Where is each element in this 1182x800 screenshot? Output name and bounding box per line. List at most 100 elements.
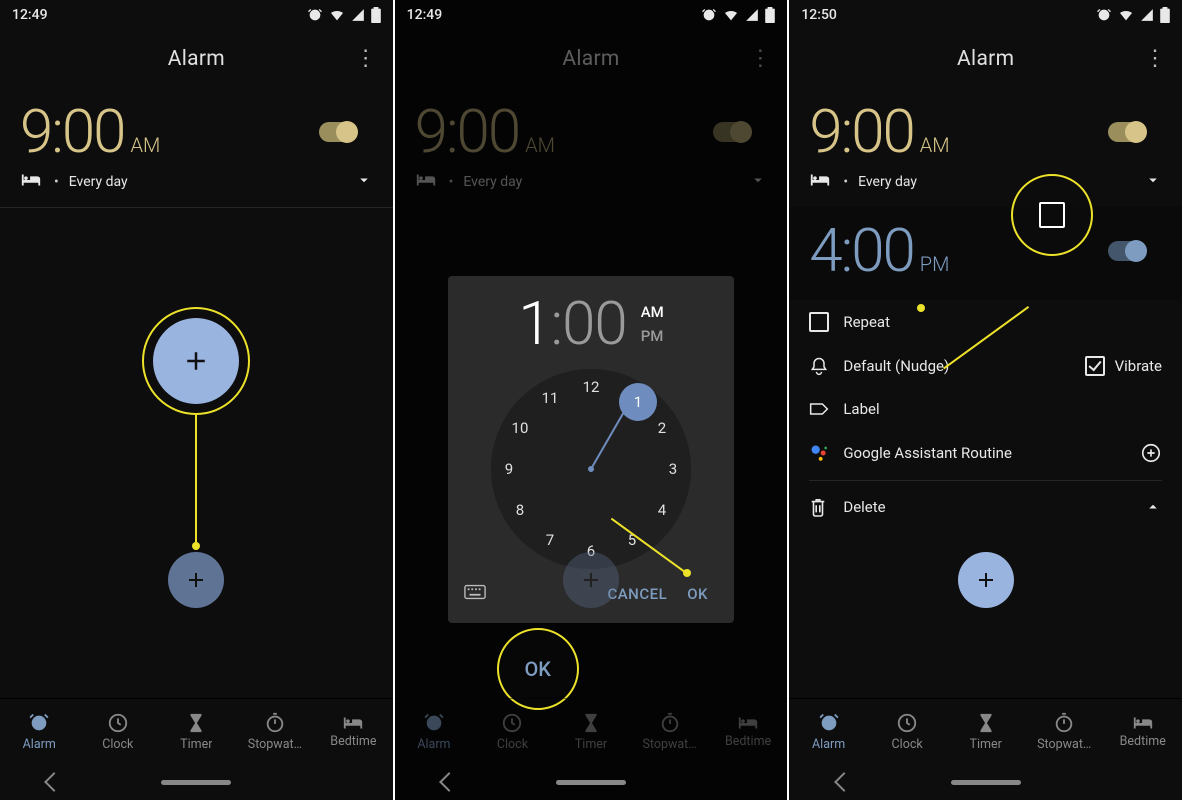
tab-timer[interactable]: Timer [946, 699, 1025, 764]
tab-alarm[interactable]: Alarm [789, 699, 868, 764]
tab-bedtime[interactable]: Bedtime [1103, 699, 1182, 764]
add-alarm-fab-large[interactable] [153, 318, 239, 404]
system-nav [789, 764, 1182, 800]
clock-number[interactable]: 8 [506, 496, 534, 524]
more-icon[interactable]: ⋮ [355, 48, 379, 70]
signal-icon [1140, 8, 1154, 22]
alarm-repeat: Every day [463, 174, 522, 190]
screen-3: 12:50 Alarm ⋮ 9:00 AM • Every day [789, 0, 1182, 800]
tab-stopwatch[interactable]: Stopwat… [1025, 699, 1104, 764]
nav-home[interactable] [951, 780, 1021, 785]
highlight-line [195, 415, 197, 550]
nav-back[interactable] [44, 772, 64, 792]
tab-clock[interactable]: Clock [868, 699, 947, 764]
repeat-row[interactable]: Repeat [789, 300, 1182, 344]
add-alarm-fab[interactable] [958, 552, 1014, 608]
clock-hand [590, 406, 628, 469]
tab-timer[interactable]: Timer [157, 699, 236, 764]
alarm-repeat: Every day [69, 174, 128, 190]
bottom-tabs: Alarm Clock Timer Stopwat… Bedtime [789, 698, 1182, 764]
clock-number[interactable]: 9 [495, 455, 523, 483]
ampm-selector[interactable]: AM PM [641, 300, 664, 348]
add-routine-icon[interactable] [1140, 442, 1162, 464]
alarm-time[interactable]: 9:00 [20, 96, 124, 167]
chevron-down-icon[interactable] [1144, 171, 1162, 193]
nav-back[interactable] [834, 772, 854, 792]
nav-back[interactable] [439, 772, 459, 792]
sound-label: Default (Nudge) [843, 357, 949, 375]
status-bar: 12:50 [789, 0, 1182, 30]
vibrate-label: Vibrate [1115, 357, 1162, 375]
status-time: 12:50 [801, 7, 837, 23]
picker-time-display[interactable]: 1:00 [518, 288, 626, 359]
alarm-time[interactable]: 4:00 [809, 215, 913, 286]
alarm-status-icon [307, 7, 323, 23]
clock-number[interactable]: 10 [506, 414, 534, 442]
chevron-up-icon[interactable] [1144, 498, 1162, 516]
alarm-toggle[interactable] [319, 122, 355, 142]
bell-icon [809, 356, 843, 376]
clock-number[interactable]: 12 [577, 373, 605, 401]
alarm-item-1[interactable]: 9:00 AM • Every day [789, 88, 1182, 207]
tab-bedtime[interactable]: Bedtime [314, 699, 393, 764]
repeat-checkbox[interactable] [809, 312, 843, 332]
more-icon[interactable]: ⋮ [749, 48, 773, 70]
bed-icon [20, 172, 42, 192]
tab-clock[interactable]: Clock [79, 699, 158, 764]
label-text: Label [843, 400, 879, 418]
label-icon [809, 401, 843, 417]
page-title: Alarm [562, 47, 619, 71]
bed-icon [415, 172, 437, 192]
alarm-ampm: AM [525, 133, 555, 157]
tab-alarm[interactable]: Alarm [0, 699, 79, 764]
status-bar: 12:49 [395, 0, 788, 30]
clock-number[interactable]: 3 [659, 455, 687, 483]
battery-icon [1160, 7, 1170, 23]
content-area: 9:00 AM • Every day 4:00 PM Repeat [789, 88, 1182, 698]
clock-number[interactable]: 4 [648, 496, 676, 524]
pm-option[interactable]: PM [641, 324, 664, 348]
am-option[interactable]: AM [641, 300, 664, 324]
alarm-ampm: AM [130, 133, 160, 157]
sound-row[interactable]: Default (Nudge) Vibrate [789, 344, 1182, 388]
bed-icon [809, 172, 831, 192]
signal-icon [745, 8, 759, 22]
chevron-down-icon [749, 171, 767, 193]
alarm-ampm: AM [920, 133, 950, 157]
keyboard-icon[interactable] [464, 584, 486, 604]
alarm-toggle [713, 122, 749, 142]
battery-icon [371, 7, 381, 23]
add-alarm-fab [563, 552, 619, 608]
delete-row[interactable]: Delete [789, 485, 1182, 529]
alarm-time[interactable]: 9:00 [809, 96, 913, 167]
clock-number[interactable]: 5 [618, 526, 646, 554]
tab-stopwatch: Stopwat… [630, 699, 709, 764]
ok-button[interactable]: OK [677, 577, 718, 611]
wifi-icon [1118, 7, 1134, 23]
tab-stopwatch[interactable]: Stopwat… [236, 699, 315, 764]
alarm-toggle[interactable] [1108, 241, 1144, 261]
more-icon[interactable]: ⋮ [1144, 48, 1168, 70]
alarm-time: 9:00 [415, 96, 519, 167]
alarm-toggle[interactable] [1108, 122, 1144, 142]
wifi-icon [723, 7, 739, 23]
status-time: 12:49 [12, 7, 48, 23]
vibrate-checkbox[interactable] [1085, 356, 1105, 376]
clock-number[interactable]: 11 [536, 384, 564, 412]
tab-timer: Timer [552, 699, 631, 764]
add-alarm-fab[interactable] [168, 552, 224, 608]
nav-home[interactable] [161, 780, 231, 785]
clock-number[interactable]: 7 [536, 526, 564, 554]
alarm-item-2[interactable]: 4:00 PM [789, 207, 1182, 300]
picker-hour[interactable]: 1 [518, 288, 550, 359]
chevron-down-icon[interactable] [355, 171, 373, 193]
nav-home[interactable] [556, 780, 626, 785]
clock-face[interactable]: 1 12234567891011 [491, 369, 691, 569]
label-row[interactable]: Label [789, 388, 1182, 430]
clock-number[interactable]: 2 [648, 414, 676, 442]
assistant-row[interactable]: Google Assistant Routine [789, 430, 1182, 476]
picker-minute[interactable]: 00 [562, 288, 627, 359]
tab-clock: Clock [473, 699, 552, 764]
system-nav [0, 764, 393, 800]
alarm-item[interactable]: 9:00 AM • Every day [0, 88, 393, 208]
